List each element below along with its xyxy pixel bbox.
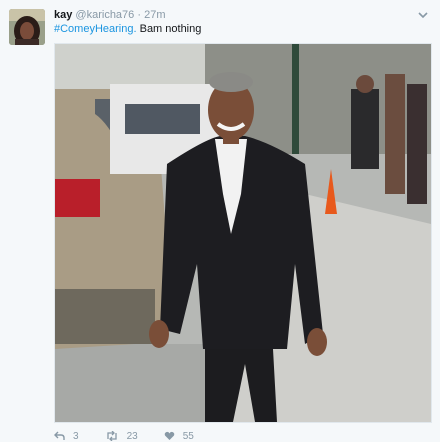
timestamp[interactable]: 27m bbox=[144, 9, 165, 21]
tweet-text: #ComeyHearing. Bam nothing bbox=[54, 22, 201, 36]
avatar[interactable] bbox=[9, 9, 45, 45]
tweet-body: Bam nothing bbox=[136, 23, 202, 35]
avatar-image bbox=[9, 9, 45, 45]
tweet-header: kay @karicha76 · 27m bbox=[54, 8, 166, 22]
photo-image bbox=[55, 44, 431, 422]
hashtag-link[interactable]: #ComeyHearing. bbox=[54, 23, 137, 35]
separator-dot: · bbox=[137, 9, 142, 21]
author-handle[interactable]: @karicha76 bbox=[75, 9, 134, 21]
author-name[interactable]: kay bbox=[54, 9, 72, 21]
chevron-down-icon[interactable] bbox=[418, 10, 428, 20]
tweet-actions: 3 23 55 bbox=[54, 430, 220, 442]
tweet-card[interactable]: kay @karicha76 · 27m #ComeyHearing. Bam … bbox=[0, 0, 440, 442]
tweet-photo[interactable] bbox=[54, 43, 432, 423]
